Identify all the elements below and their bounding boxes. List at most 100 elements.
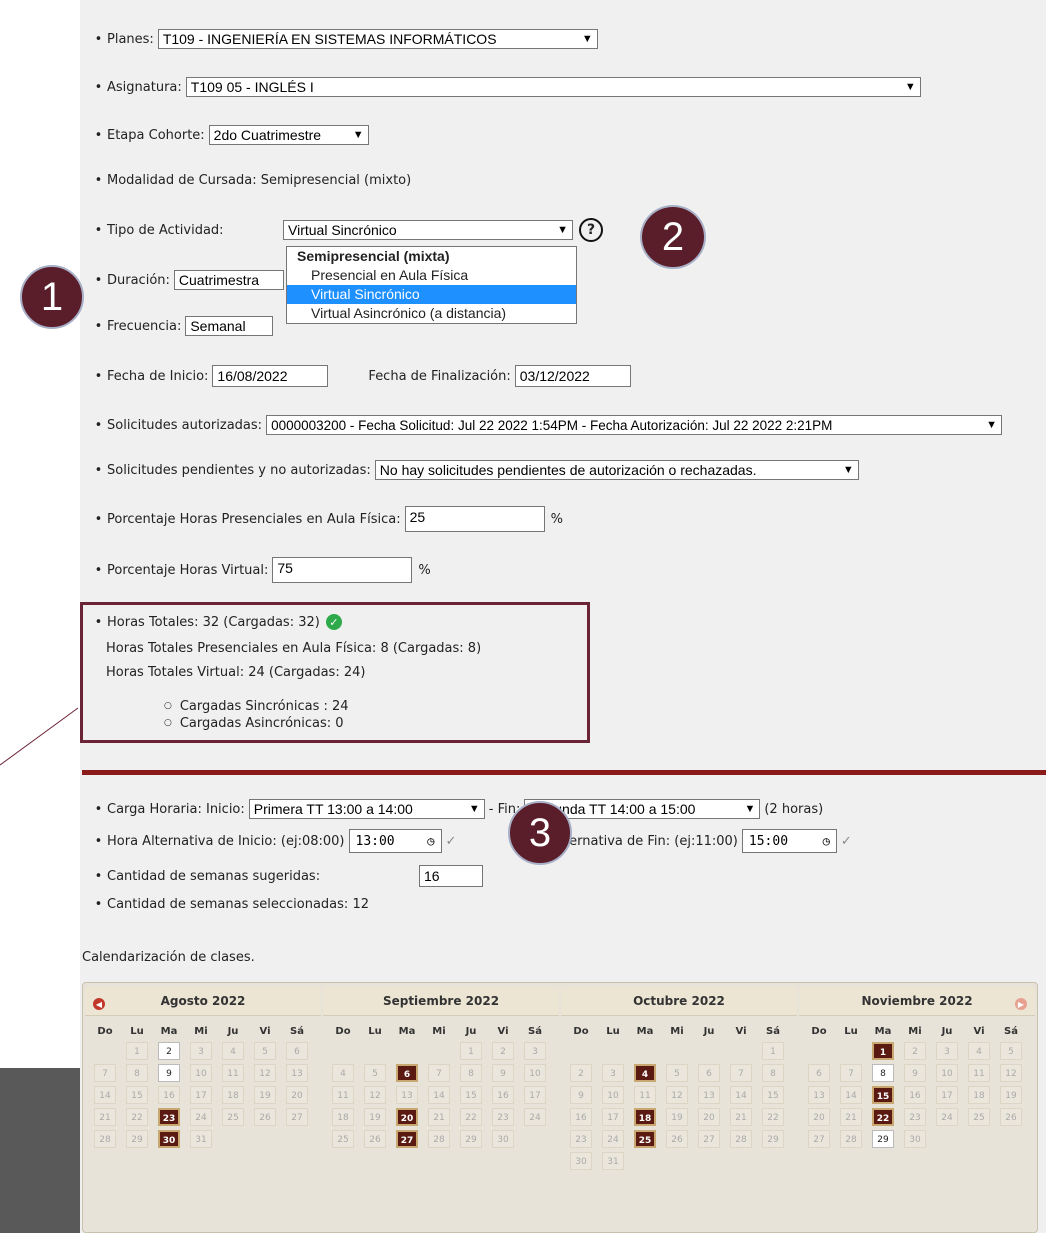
- calendar-day[interactable]: 8: [460, 1064, 482, 1082]
- calendar-day[interactable]: 1: [872, 1042, 894, 1060]
- calendar-day[interactable]: 28: [94, 1130, 116, 1148]
- calendar-day[interactable]: 16: [570, 1108, 592, 1126]
- calendar-day[interactable]: 26: [364, 1130, 386, 1148]
- help-icon[interactable]: ?: [579, 218, 603, 242]
- calendar-day[interactable]: 19: [364, 1108, 386, 1126]
- calendar-day[interactable]: 11: [332, 1086, 354, 1104]
- calendar-day[interactable]: 4: [968, 1042, 990, 1060]
- calendar-day[interactable]: 7: [730, 1064, 752, 1082]
- calendar-day[interactable]: 19: [666, 1108, 688, 1126]
- calendar-day[interactable]: 5: [666, 1064, 688, 1082]
- calendar-day[interactable]: 20: [698, 1108, 720, 1126]
- calendar-day[interactable]: 3: [524, 1042, 546, 1060]
- calendar-day[interactable]: 29: [872, 1130, 894, 1148]
- solicitudes-aut-select[interactable]: 0000003200 - Fecha Solicitud: Jul 22 202…: [266, 415, 1003, 435]
- calendar-day[interactable]: 11: [968, 1064, 990, 1082]
- calendar-day[interactable]: 4: [634, 1064, 656, 1082]
- calendar-day[interactable]: 10: [936, 1064, 958, 1082]
- alt-fin-time-input[interactable]: 15:00 ◷: [741, 829, 837, 853]
- calendar-day[interactable]: 23: [158, 1108, 180, 1126]
- calendar-day[interactable]: 30: [158, 1130, 180, 1148]
- calendar-day[interactable]: 10: [190, 1064, 212, 1082]
- calendar-day[interactable]: 2: [492, 1042, 514, 1060]
- calendar-day[interactable]: 6: [698, 1064, 720, 1082]
- calendar-day[interactable]: 25: [968, 1108, 990, 1126]
- calendar-day[interactable]: 7: [94, 1064, 116, 1082]
- calendar-day[interactable]: 25: [332, 1130, 354, 1148]
- calendar-day[interactable]: 29: [460, 1130, 482, 1148]
- calendar-day[interactable]: 17: [936, 1086, 958, 1104]
- calendar-day[interactable]: 21: [94, 1108, 116, 1126]
- calendar-day[interactable]: 5: [1000, 1042, 1022, 1060]
- calendar-day[interactable]: 31: [602, 1152, 624, 1170]
- calendar-day[interactable]: 3: [602, 1064, 624, 1082]
- calendar-day[interactable]: 7: [840, 1064, 862, 1082]
- tipo-select[interactable]: Virtual Sincrónico ▼: [283, 220, 573, 240]
- calendar-prev-icon[interactable]: ◀: [93, 998, 105, 1010]
- calendar-day[interactable]: 22: [762, 1108, 784, 1126]
- calendar-day[interactable]: 4: [222, 1042, 244, 1060]
- calendar-day[interactable]: 16: [492, 1086, 514, 1104]
- etapa-select[interactable]: 2do Cuatrimestre ▼: [208, 125, 369, 145]
- calendar-day[interactable]: 28: [840, 1130, 862, 1148]
- calendar-day[interactable]: 4: [332, 1064, 354, 1082]
- calendar-day[interactable]: 14: [428, 1086, 450, 1104]
- calendar-day[interactable]: 3: [190, 1042, 212, 1060]
- calendar-day[interactable]: 1: [460, 1042, 482, 1060]
- calendar-day[interactable]: 23: [570, 1130, 592, 1148]
- calendar-day[interactable]: 15: [762, 1086, 784, 1104]
- calendar-day[interactable]: 2: [158, 1042, 180, 1060]
- calendar-day[interactable]: 12: [254, 1064, 276, 1082]
- calendar-day[interactable]: 30: [904, 1130, 926, 1148]
- calendar-day[interactable]: 31: [190, 1130, 212, 1148]
- calendar-day[interactable]: 15: [872, 1086, 894, 1104]
- asignatura-select[interactable]: T109 05 - INGLÉS I ▼: [185, 77, 921, 97]
- calendar-day[interactable]: 29: [126, 1130, 148, 1148]
- calendar-day[interactable]: 12: [666, 1086, 688, 1104]
- calendar-day[interactable]: 23: [492, 1108, 514, 1126]
- calendar-day[interactable]: 25: [634, 1130, 656, 1148]
- calendar-day[interactable]: 11: [634, 1086, 656, 1104]
- calendar-day[interactable]: 12: [364, 1086, 386, 1104]
- pct-presencial-input[interactable]: 25: [404, 506, 545, 532]
- calendar-day[interactable]: 13: [698, 1086, 720, 1104]
- calendar-day[interactable]: 9: [492, 1064, 514, 1082]
- calendar-day[interactable]: 12: [1000, 1064, 1022, 1082]
- calendar-day[interactable]: 30: [570, 1152, 592, 1170]
- calendar-day[interactable]: 10: [602, 1086, 624, 1104]
- calendar-day[interactable]: 18: [332, 1108, 354, 1126]
- calendar-day[interactable]: 1: [762, 1042, 784, 1060]
- calendar-day[interactable]: 2: [904, 1042, 926, 1060]
- calendar-day[interactable]: 24: [602, 1130, 624, 1148]
- calendar-day[interactable]: 26: [254, 1108, 276, 1126]
- calendar-day[interactable]: 21: [840, 1108, 862, 1126]
- calendar-day[interactable]: 9: [570, 1086, 592, 1104]
- calendar-day[interactable]: 24: [190, 1108, 212, 1126]
- calendar-day[interactable]: 27: [808, 1130, 830, 1148]
- fecha-inicio-input[interactable]: 16/08/2022: [212, 365, 329, 387]
- calendar-day[interactable]: 8: [872, 1064, 894, 1082]
- calendar-day[interactable]: 28: [428, 1130, 450, 1148]
- calendar-day[interactable]: 7: [428, 1064, 450, 1082]
- calendar-day[interactable]: 13: [808, 1086, 830, 1104]
- calendar-day[interactable]: 9: [904, 1064, 926, 1082]
- dropdown-option-virtual-asincronico[interactable]: Virtual Asincrónico (a distancia): [287, 304, 576, 323]
- calendar-day[interactable]: 9: [158, 1064, 180, 1082]
- calendar-day[interactable]: 18: [634, 1108, 656, 1126]
- calendar-day[interactable]: 15: [460, 1086, 482, 1104]
- dropdown-option-virtual-sincronico[interactable]: Virtual Sincrónico: [287, 285, 576, 304]
- calendar-day[interactable]: 18: [222, 1086, 244, 1104]
- calendar-day[interactable]: 20: [808, 1108, 830, 1126]
- calendar-day[interactable]: 22: [872, 1108, 894, 1126]
- calendar-day[interactable]: 27: [396, 1130, 418, 1148]
- calendar-day[interactable]: 23: [904, 1108, 926, 1126]
- pct-virtual-input[interactable]: 75: [272, 557, 413, 583]
- calendar-day[interactable]: 29: [762, 1130, 784, 1148]
- calendar-day[interactable]: 28: [730, 1130, 752, 1148]
- calendar-day[interactable]: 14: [94, 1086, 116, 1104]
- calendar-day[interactable]: 16: [158, 1086, 180, 1104]
- calendar-day[interactable]: 25: [222, 1108, 244, 1126]
- calendar-day[interactable]: 22: [460, 1108, 482, 1126]
- calendar-day[interactable]: 14: [730, 1086, 752, 1104]
- calendar-day[interactable]: 5: [254, 1042, 276, 1060]
